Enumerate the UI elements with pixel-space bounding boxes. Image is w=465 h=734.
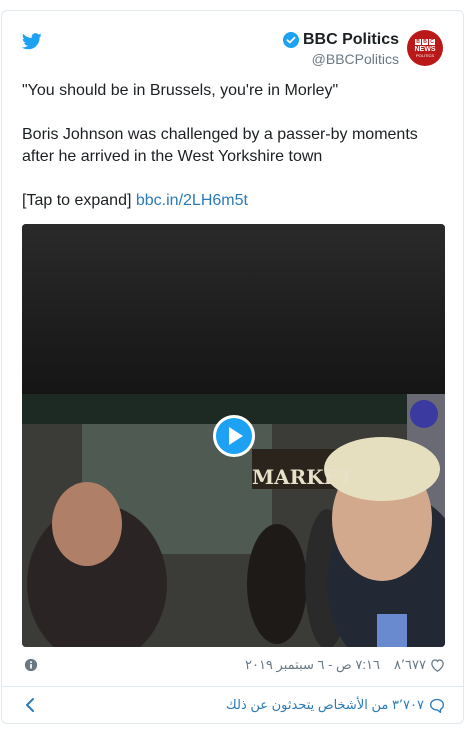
likes-count[interactable]: ٨٬٦٧٧	[394, 657, 426, 673]
avatar-news-text: NEWS	[414, 45, 436, 53]
tweet-body-line: Boris Johnson was challenged by a passer…	[22, 126, 418, 165]
avatar[interactable]: BBC NEWS POLITICS	[407, 30, 443, 66]
play-icon	[229, 427, 243, 445]
tweet-card: BBC Politics @BBCPolitics BBC NEWS POLIT…	[1, 10, 464, 724]
twitter-logo-icon[interactable]	[22, 33, 42, 50]
info-icon[interactable]	[24, 658, 38, 672]
play-button[interactable]	[213, 415, 255, 457]
tweet-header: BBC Politics @BBCPolitics BBC NEWS POLIT…	[2, 11, 463, 73]
author-block[interactable]: BBC Politics @BBCPolitics	[282, 31, 399, 67]
author-handle[interactable]: @BBCPolitics	[283, 51, 399, 67]
tweet-quote-line: "You should be in Brussels, you're in Mo…	[22, 82, 339, 99]
tweet-expand-line: [Tap to expand] bbc.in/2LH6m5t	[22, 190, 442, 212]
verified-badge-icon	[282, 32, 299, 48]
speech-bubble-icon	[430, 698, 444, 713]
video-player[interactable]: MARKET	[22, 224, 445, 647]
conversation-row[interactable]: ٣٬٧٠٧ من الأشخاص يتحدثون عن ذلك	[22, 694, 445, 716]
chevron-left-icon[interactable]	[24, 697, 36, 713]
avatar-politics-text: POLITICS	[415, 52, 435, 58]
heart-icon[interactable]	[430, 658, 445, 672]
tap-to-expand-label: [Tap to expand]	[22, 192, 132, 209]
author-display-name[interactable]: BBC Politics	[303, 31, 399, 49]
tweet-meta-row: ٨٬٦٧٧ ٧:١٦ ص - ٦ سبتمبر ٢٠١٩	[22, 654, 445, 676]
tweet-text: "You should be in Brussels, you're in Mo…	[22, 80, 442, 212]
bbc-logo-blocks: BBC	[415, 38, 435, 45]
tweet-link[interactable]: bbc.in/2LH6m5t	[136, 192, 248, 209]
conversation-count-text[interactable]: ٣٬٧٠٧ من الأشخاص يتحدثون عن ذلك	[226, 697, 424, 713]
divider	[2, 686, 463, 687]
shop-sign-text: MARKET	[252, 465, 354, 489]
author-name-row: BBC Politics	[282, 31, 399, 49]
tweet-timestamp[interactable]: ٧:١٦ ص - ٦ سبتمبر ٢٠١٩	[245, 657, 380, 673]
